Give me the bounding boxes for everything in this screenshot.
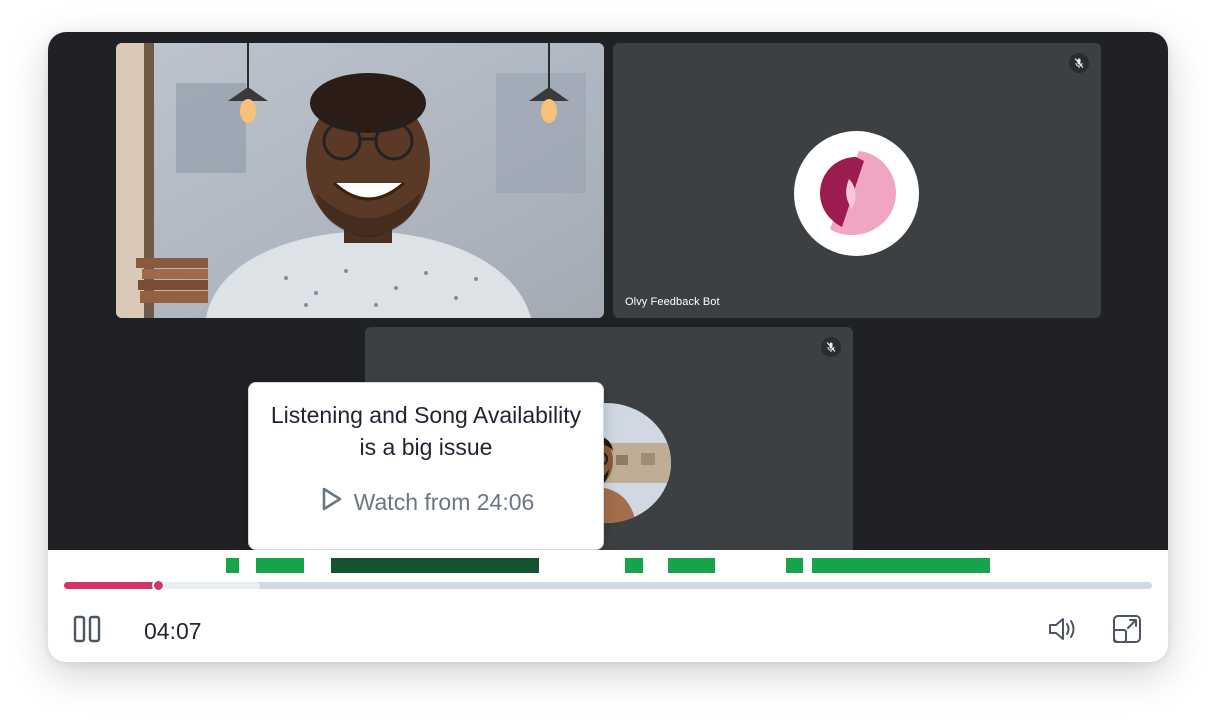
fullscreen-button[interactable] [1110, 614, 1144, 648]
scrubber-handle[interactable] [152, 579, 165, 592]
feedback-tooltip: Listening and Song Availability is a big… [248, 382, 604, 550]
participant-tile-bot: Olvy Feedback Bot [613, 43, 1101, 318]
feedback-segment[interactable] [226, 558, 239, 573]
meeting-recording: Olvy Feedback Bot Listening and Song Ava… [48, 32, 1168, 550]
pause-icon [72, 614, 102, 649]
participant-tile-speaker [116, 43, 604, 318]
mic-off-icon [821, 337, 841, 357]
feedback-segment[interactable] [812, 558, 990, 573]
mic-off-icon [1069, 53, 1089, 73]
feedback-segment[interactable] [331, 558, 539, 573]
watch-from-label: Watch from 24:06 [353, 488, 535, 515]
playback-timeline[interactable] [64, 579, 1152, 592]
volume-button[interactable] [1046, 614, 1080, 648]
pause-button[interactable] [70, 614, 104, 648]
feedback-segment[interactable] [256, 558, 304, 573]
feedback-segments-track [48, 556, 1168, 574]
volume-icon [1047, 614, 1079, 649]
player-controls: 04:07 [48, 604, 1168, 656]
watch-from-button[interactable]: Watch from 24:06 [249, 485, 603, 519]
current-time: 04:07 [144, 618, 202, 644]
feedback-segment[interactable] [668, 558, 715, 573]
played-bar [64, 582, 158, 589]
feedback-segment[interactable] [786, 558, 803, 573]
olvy-logo [794, 131, 919, 256]
feedback-title: Listening and Song Availability is a big… [270, 402, 582, 460]
fullscreen-icon [1112, 614, 1142, 649]
play-outline-icon [318, 485, 344, 519]
participant-name-bot: Olvy Feedback Bot [625, 296, 720, 308]
feedback-segment[interactable] [625, 558, 643, 573]
speaker-video-frame [116, 43, 604, 318]
video-player: Olvy Feedback Bot Listening and Song Ava… [48, 32, 1168, 662]
